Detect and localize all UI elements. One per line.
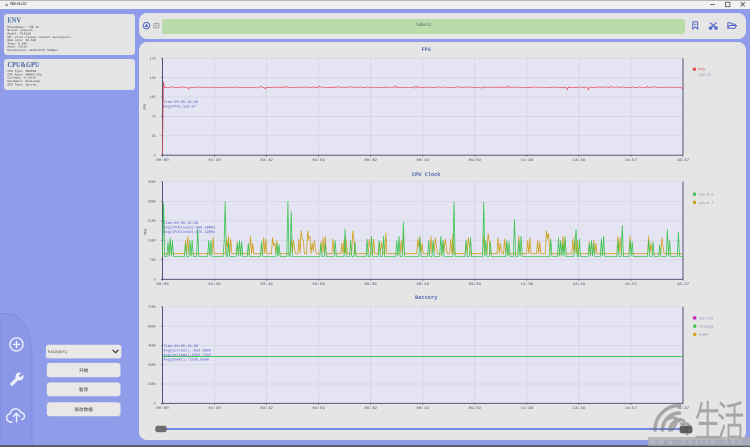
svg-text:03:19: 03:19 — [260, 407, 272, 411]
svg-text:01:40: 01:40 — [208, 407, 220, 411]
svg-text:00:00: 00:00 — [156, 407, 168, 411]
svg-text:FPS: FPS — [422, 47, 431, 53]
svg-text:7500: 7500 — [148, 305, 156, 309]
svg-text:09:59: 09:59 — [469, 407, 481, 411]
svg-text:0: 0 — [154, 153, 156, 157]
svg-text:cpu:6-7: cpu:6-7 — [699, 202, 714, 206]
svg-text:140: 140 — [150, 76, 156, 80]
svg-text:126.07: 126.07 — [698, 74, 711, 78]
svg-text:09:59: 09:59 — [469, 283, 481, 287]
svg-text:16:37: 16:37 — [677, 407, 689, 411]
svg-text:MHz: MHz — [144, 228, 148, 234]
svg-text:00:00: 00:00 — [156, 159, 168, 163]
svg-text:1500: 1500 — [148, 382, 156, 386]
svg-text:Battery: Battery — [415, 295, 437, 301]
svg-text:14:57: 14:57 — [625, 159, 637, 163]
svg-text:175: 175 — [150, 56, 156, 60]
svg-text:11:38: 11:38 — [521, 159, 533, 163]
svg-text:www.3elife.net: www.3elife.net — [649, 438, 744, 447]
svg-text:11:38: 11:38 — [521, 283, 533, 287]
svg-text:Avg(current):-623.90mA: Avg(current):-623.90mA — [164, 348, 212, 353]
svg-text:Avg(CPUClock6):975.19MHz: Avg(CPUClock6):975.19MHz — [164, 230, 216, 235]
svg-text:CPU Clock: CPU Clock — [412, 172, 441, 178]
svg-text:700: 700 — [150, 258, 156, 262]
svg-text:FPS: FPS — [144, 104, 148, 110]
svg-text:70: 70 — [152, 115, 156, 119]
svg-text:04:59: 04:59 — [312, 159, 324, 163]
svg-text:0: 0 — [154, 401, 156, 405]
svg-text:2800: 2800 — [148, 199, 156, 203]
svg-text:00:00: 00:00 — [156, 283, 168, 287]
svg-text:04:59: 04:59 — [312, 407, 324, 411]
svg-text:Time:00:00-16:36: Time:00:00-16:36 — [164, 100, 199, 105]
svg-text:09:59: 09:59 — [469, 159, 481, 163]
svg-text:power: power — [699, 333, 710, 338]
svg-text:11:38: 11:38 — [521, 407, 533, 411]
svg-text:06:39: 06:39 — [365, 407, 377, 411]
svg-text:FPS: FPS — [698, 69, 704, 73]
svg-text:14:57: 14:57 — [625, 283, 637, 287]
svg-text:16:37: 16:37 — [677, 159, 689, 163]
svg-text:08:19: 08:19 — [417, 159, 429, 163]
svg-text:Avg(FPS):126.07: Avg(FPS):126.07 — [164, 105, 196, 110]
svg-text:Avg(CPUClock0):906.20MHz: Avg(CPUClock0):906.20MHz — [164, 226, 216, 231]
svg-text:08:19: 08:19 — [417, 407, 429, 411]
svg-text:3000: 3000 — [148, 363, 156, 367]
svg-text:voltage: voltage — [699, 325, 714, 330]
svg-text:08:19: 08:19 — [417, 283, 429, 287]
svg-text:13:18: 13:18 — [573, 283, 585, 287]
svg-text:13:18: 13:18 — [573, 159, 585, 163]
svg-text:1400: 1400 — [148, 238, 156, 242]
svg-text:Avg(voltage):3562.77mV: Avg(voltage):3562.77mV — [164, 353, 212, 358]
svg-text:2100: 2100 — [148, 219, 156, 223]
svg-text:3500: 3500 — [148, 180, 156, 184]
svg-text:16:37: 16:37 — [677, 283, 689, 287]
svg-text:01:40: 01:40 — [208, 159, 220, 163]
svg-text:06:39: 06:39 — [365, 159, 377, 163]
svg-text:4500: 4500 — [148, 344, 156, 348]
svg-text:13:18: 13:18 — [573, 407, 585, 411]
svg-text:03:19: 03:19 — [260, 159, 272, 163]
svg-text:Time:00:00-16:36: Time:00:00-16:36 — [164, 344, 199, 349]
svg-text:0: 0 — [154, 277, 156, 281]
svg-text:Avg(power):-2235.59mW: Avg(power):-2235.59mW — [164, 357, 210, 362]
svg-text:03:19: 03:19 — [260, 283, 272, 287]
svg-text:04:59: 04:59 — [312, 283, 324, 287]
svg-text:14:57: 14:57 — [625, 407, 637, 411]
svg-text:cpu:0-5: cpu:0-5 — [699, 194, 714, 198]
svg-text:105: 105 — [150, 95, 156, 99]
svg-text:current: current — [699, 316, 714, 321]
svg-text:6000: 6000 — [148, 324, 156, 328]
svg-text:01:40: 01:40 — [208, 283, 220, 287]
svg-text:06:39: 06:39 — [365, 283, 377, 287]
svg-text:Time:00:00-16:36: Time:00:00-16:36 — [164, 221, 199, 226]
svg-text:35: 35 — [152, 134, 156, 138]
